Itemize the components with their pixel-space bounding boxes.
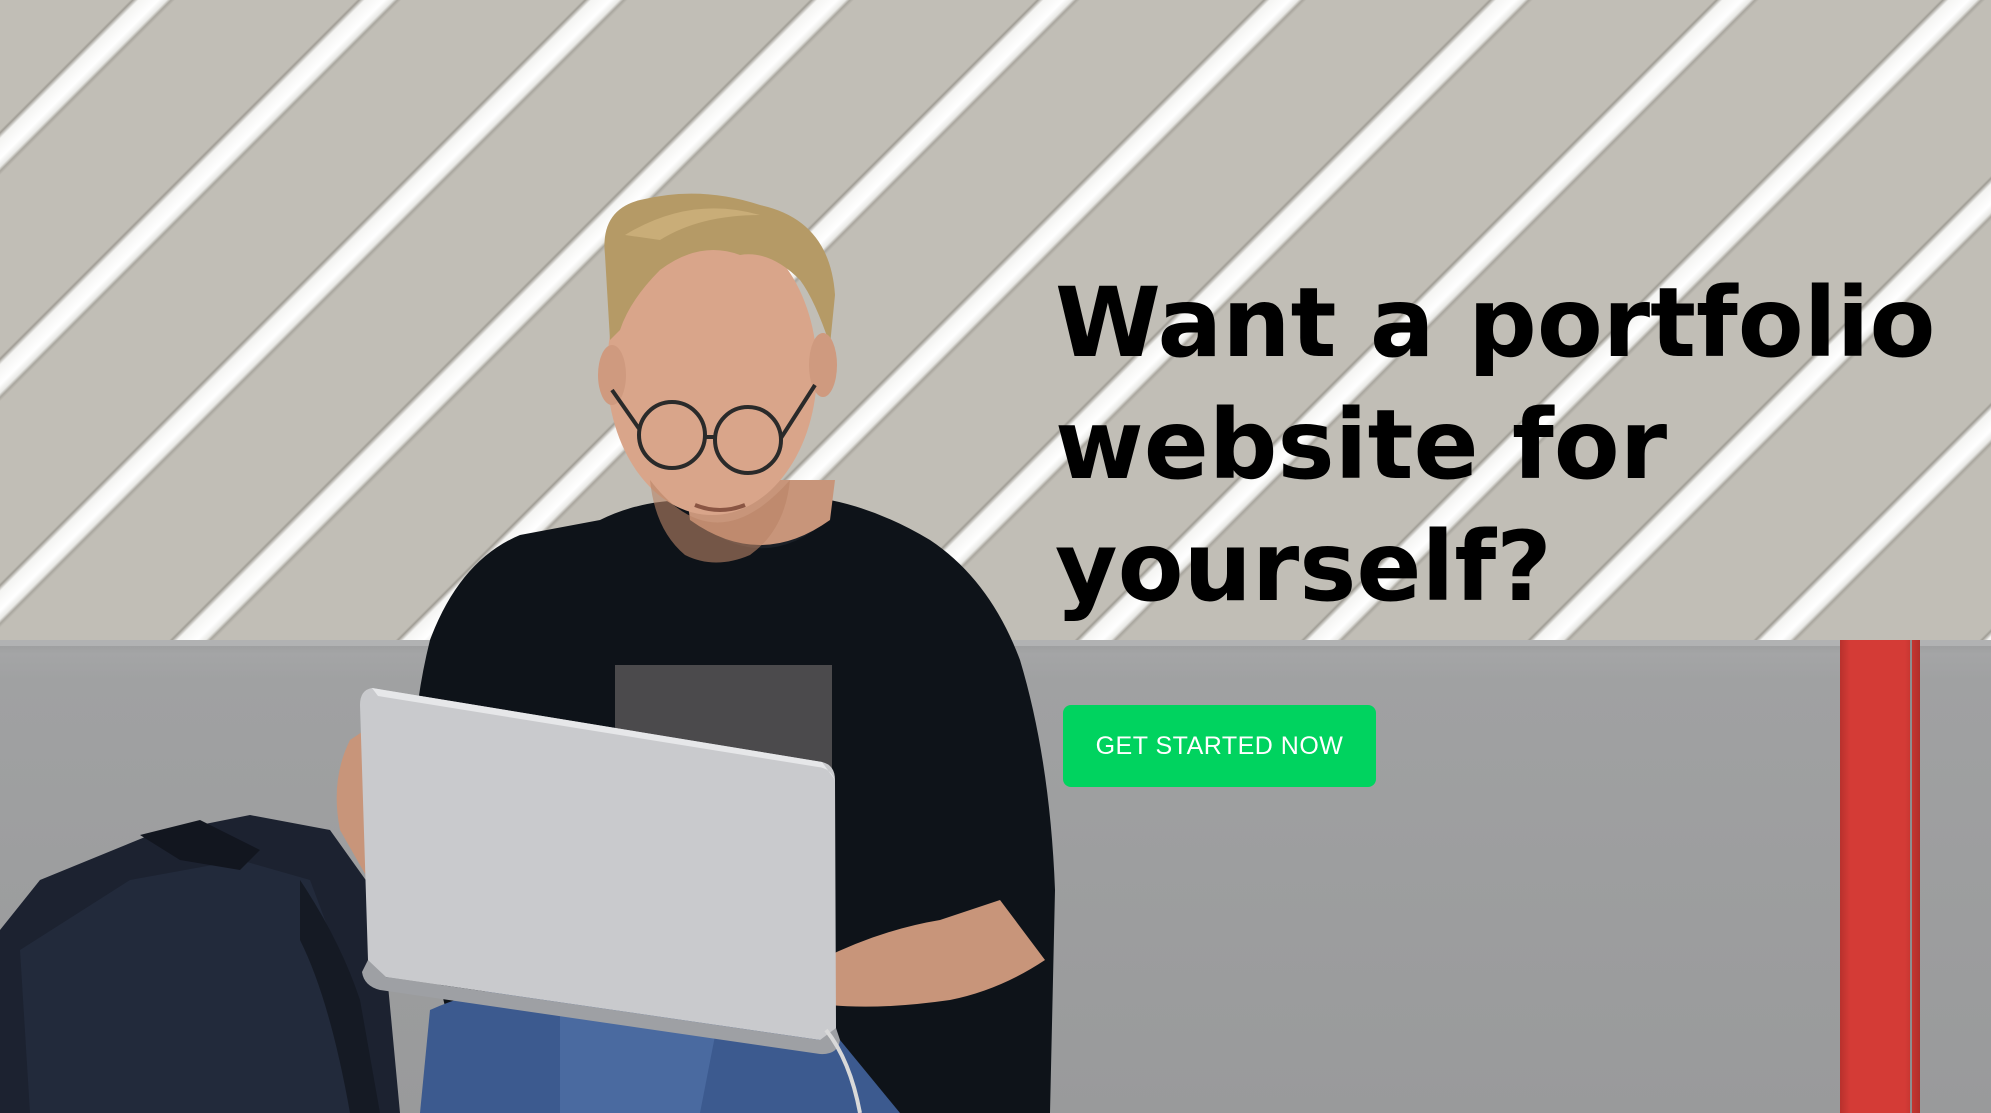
- backpack-shape: [0, 815, 400, 1113]
- hero-headline: Want a portfolio website for yourself?: [1055, 267, 1936, 623]
- hero-section: Want a portfolio website for yourself? G…: [0, 0, 1991, 1113]
- get-started-button[interactable]: GET STARTED NOW: [1063, 705, 1376, 787]
